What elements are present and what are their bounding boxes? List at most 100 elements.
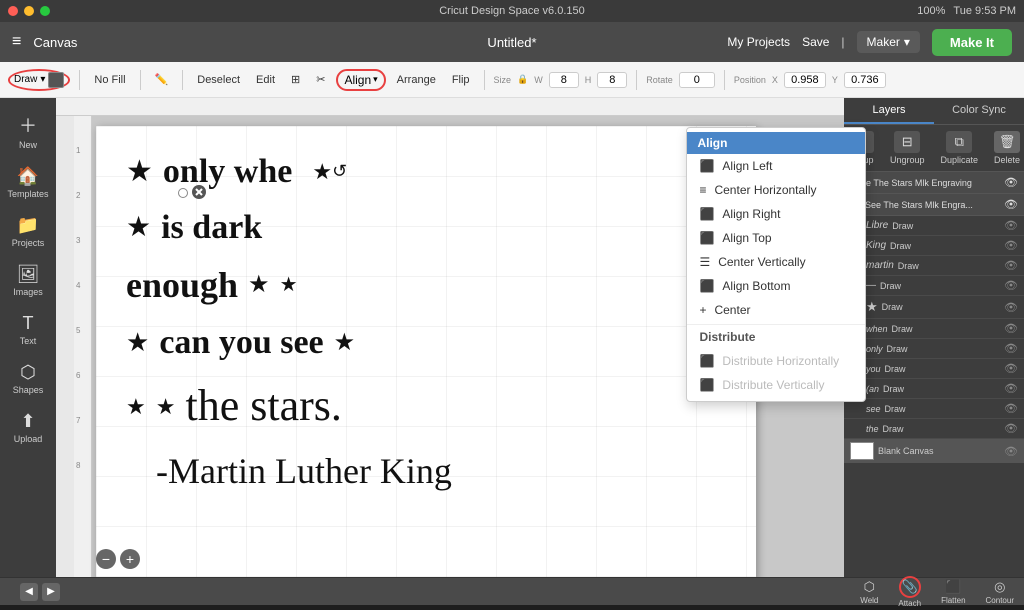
distribute-v-icon: ⬛ bbox=[699, 378, 714, 392]
blank-canvas-item[interactable]: Blank Canvas 👁 bbox=[844, 439, 1024, 463]
arrange-button[interactable]: Arrange bbox=[392, 72, 441, 88]
align-top-item[interactable]: ⬛ Align Top bbox=[687, 226, 865, 250]
draw-shape-icon bbox=[48, 72, 64, 88]
layer-item-king[interactable]: King Draw 👁 bbox=[844, 236, 1024, 256]
layer-item-only[interactable]: only Draw 👁 bbox=[844, 339, 1024, 359]
eye-icon-the[interactable]: 👁 bbox=[1004, 422, 1018, 435]
grid-icon[interactable]: ⊞ bbox=[286, 71, 305, 88]
divider-1 bbox=[79, 70, 80, 90]
zoom-in-button[interactable]: + bbox=[120, 549, 140, 569]
align-left-item[interactable]: ⬛ Align Left bbox=[687, 154, 865, 178]
layer-item-martin[interactable]: martin Draw 👁 bbox=[844, 256, 1024, 276]
height-input[interactable] bbox=[597, 72, 627, 88]
layer-item-the[interactable]: the Draw 👁 bbox=[844, 419, 1024, 439]
center-item[interactable]: + Center bbox=[687, 298, 865, 322]
layer-item-you[interactable]: you Draw 👁 bbox=[844, 359, 1024, 379]
eye-icon-see[interactable]: 👁 bbox=[1004, 402, 1018, 415]
canvas-scroll-controls[interactable]: ◀ ▶ bbox=[20, 583, 60, 601]
align-dropdown[interactable]: Align ⬛ Align Left ≡ Center Horizontally… bbox=[686, 127, 866, 402]
eye-icon-you[interactable]: 👁 bbox=[1004, 362, 1018, 375]
menu-button[interactable]: ≡ bbox=[12, 33, 21, 51]
rotate-input[interactable] bbox=[679, 72, 715, 88]
canvas-paper: 8" 8" ★ only whe ★ ↺ ★ is dark eno bbox=[96, 126, 756, 577]
eye-icon-king[interactable]: 👁 bbox=[1004, 239, 1018, 252]
center-icon: + bbox=[699, 303, 706, 317]
layer-item-shape[interactable]: — Draw 👁 bbox=[844, 276, 1024, 296]
sidebar-item-new[interactable]: ＋ New bbox=[4, 106, 52, 156]
zoom-out-button[interactable]: − bbox=[96, 549, 116, 569]
canvas-label: Canvas bbox=[33, 35, 77, 50]
x-input[interactable] bbox=[784, 72, 826, 88]
layer-item-can[interactable]: (an Draw 👁 bbox=[844, 379, 1024, 399]
eye-icon-libre[interactable]: 👁 bbox=[1004, 219, 1018, 232]
layer-item-libre[interactable]: Libre Draw 👁 bbox=[844, 216, 1024, 236]
width-input[interactable] bbox=[549, 72, 579, 88]
layer-text-icon-libre: Libre bbox=[866, 220, 888, 231]
ruler-top: 1 2 3 4 5 6 7 8 9 10 11 12 13 14 bbox=[56, 98, 844, 116]
sidebar-item-projects[interactable]: 📁 Projects bbox=[4, 209, 52, 254]
distribute-v-item: ⬛ Distribute Vertically bbox=[687, 373, 865, 397]
draw-label: Draw bbox=[14, 74, 37, 85]
align-top-icon: ⬛ bbox=[699, 231, 714, 245]
sidebar-item-upload[interactable]: ⬆ Upload bbox=[4, 405, 52, 450]
sidebar-item-templates[interactable]: 🏠 Templates bbox=[4, 160, 52, 205]
align-container: Align ▾ Align ⬛ Align Left ≡ Center Hori… bbox=[336, 69, 385, 91]
my-projects-button[interactable]: My Projects bbox=[727, 35, 790, 49]
contour-action[interactable]: ◎ Contour bbox=[976, 577, 1024, 607]
sidebar-item-text[interactable]: T Text bbox=[4, 307, 52, 352]
align-right-item[interactable]: ⬛ Align Right bbox=[687, 202, 865, 226]
draw-selector-circle[interactable]: Draw ▾ bbox=[8, 69, 70, 91]
tab-layers[interactable]: Layers bbox=[844, 98, 934, 124]
scroll-left-button[interactable]: ◀ bbox=[20, 583, 38, 601]
divider-6 bbox=[724, 70, 725, 90]
ungroup-button[interactable]: ⊟ Ungroup bbox=[890, 131, 925, 165]
sidebar-item-shapes[interactable]: ⬡ Shapes bbox=[4, 356, 52, 401]
scissors-icon[interactable]: ✂ bbox=[311, 71, 330, 88]
templates-icon: 🏠 bbox=[17, 166, 39, 187]
flip-button[interactable]: Flip bbox=[447, 72, 475, 88]
zoom-controls[interactable]: − + bbox=[96, 549, 140, 569]
projects-icon: 📁 bbox=[17, 215, 39, 236]
eye-icon-blank[interactable]: 👁 bbox=[1004, 445, 1018, 458]
layer-item-when[interactable]: when Draw 👁 bbox=[844, 319, 1024, 339]
maximize-button[interactable] bbox=[40, 6, 50, 16]
close-button[interactable] bbox=[8, 6, 18, 16]
delete-button[interactable]: 🗑 Delete bbox=[994, 131, 1020, 165]
maker-button[interactable]: Maker ▾ bbox=[857, 31, 920, 53]
weld-action[interactable]: ⬡ Weld bbox=[850, 577, 888, 607]
deselect-button[interactable]: Deselect bbox=[192, 72, 245, 88]
edit-button[interactable]: Edit bbox=[251, 72, 280, 88]
scroll-right-button[interactable]: ▶ bbox=[42, 583, 60, 601]
center-horizontally-item[interactable]: ≡ Center Horizontally bbox=[687, 178, 865, 202]
divider-3 bbox=[182, 70, 183, 90]
ungroup-icon: ⊟ bbox=[894, 131, 920, 153]
flatten-action[interactable]: ⬛ Flatten bbox=[931, 577, 975, 607]
make-it-button[interactable]: Make It bbox=[932, 29, 1012, 56]
duplicate-button[interactable]: ⧉ Duplicate bbox=[940, 131, 978, 165]
images-label: Images bbox=[13, 287, 43, 297]
window-controls[interactable] bbox=[8, 6, 50, 16]
header-actions: My Projects Save | Maker ▾ Make It bbox=[727, 29, 1012, 56]
layer-group-top[interactable]: ▸ See The Stars Mlk Engraving 👁 bbox=[844, 172, 1024, 194]
new-label: New bbox=[19, 140, 37, 150]
eye-icon-martin[interactable]: 👁 bbox=[1004, 259, 1018, 272]
eye-icon-shape[interactable]: 👁 bbox=[1004, 279, 1018, 292]
layer-item-see[interactable]: see Draw 👁 bbox=[844, 399, 1024, 419]
eye-icon-can[interactable]: 👁 bbox=[1004, 382, 1018, 395]
eye-icon-when[interactable]: 👁 bbox=[1004, 322, 1018, 335]
attach-action[interactable]: 📎 Attach bbox=[888, 574, 931, 610]
ruler-left: 1 2 3 4 5 6 7 8 bbox=[74, 116, 92, 577]
images-icon: 🖼 bbox=[17, 264, 40, 285]
save-button[interactable]: Save bbox=[802, 35, 829, 49]
eye-icon-only[interactable]: 👁 bbox=[1004, 342, 1018, 355]
minimize-button[interactable] bbox=[24, 6, 34, 16]
y-input[interactable] bbox=[844, 72, 886, 88]
align-button[interactable]: Align ▾ bbox=[336, 69, 385, 91]
sidebar-item-images[interactable]: 🖼 Images bbox=[4, 258, 52, 303]
eye-icon-star[interactable]: 👁 bbox=[1004, 301, 1018, 314]
center-vertically-item[interactable]: ☰ Center Vertically bbox=[687, 250, 865, 274]
tab-color-sync[interactable]: Color Sync bbox=[934, 98, 1024, 124]
align-bottom-item[interactable]: ⬛ Align Bottom bbox=[687, 274, 865, 298]
layer-item-star[interactable]: ★ Draw 👁 bbox=[844, 296, 1024, 319]
layer-subgroup[interactable]: ▾ See The Stars Mlk Engra... 👁 bbox=[844, 194, 1024, 216]
